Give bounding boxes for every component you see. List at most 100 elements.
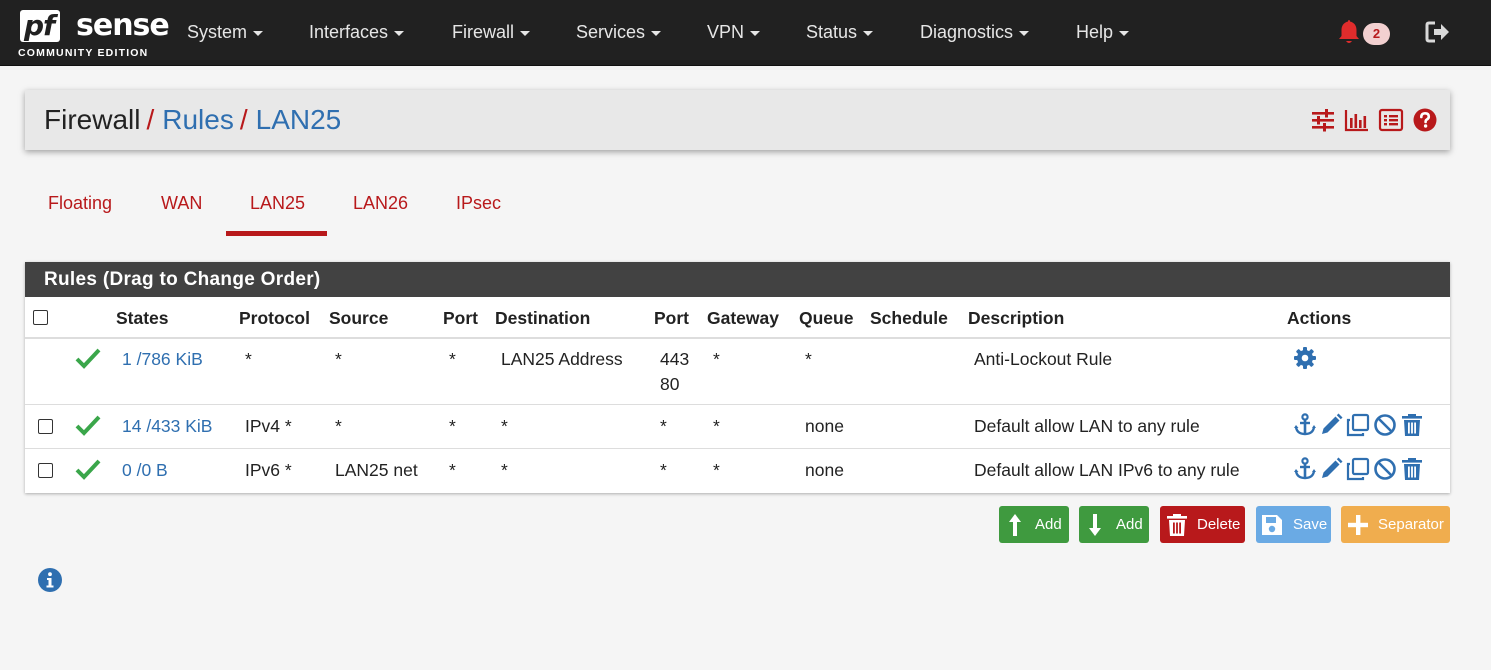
logo-pf-text: pf <box>20 10 61 42</box>
row-source-port: * <box>449 349 456 369</box>
row-source: * <box>335 349 342 369</box>
bar-chart-icon[interactable] <box>1344 107 1370 133</box>
info-icon[interactable] <box>37 567 63 593</box>
nav-menu-status[interactable]: Status <box>806 0 874 64</box>
nav-menu-firewall[interactable]: Firewall <box>452 0 531 64</box>
select-all-checkbox[interactable] <box>33 310 48 325</box>
row-gateway: * <box>713 416 720 436</box>
tab-wan[interactable]: WAN <box>161 193 202 214</box>
caret-down-icon <box>253 30 264 36</box>
column-header-destination: Destination <box>495 308 591 328</box>
nav-menu-vpn[interactable]: VPN <box>707 0 761 64</box>
row-source: LAN25 net <box>335 460 418 480</box>
add-separator-button[interactable]: Separator <box>1341 506 1450 543</box>
row-select-checkbox[interactable] <box>38 419 53 434</box>
row-states-link[interactable]: 1 /786 KiB <box>122 347 203 371</box>
nav-menu-diagnostics[interactable]: Diagnostics <box>920 0 1030 64</box>
row-destination-port: * <box>660 416 667 436</box>
long-arrow-up-icon <box>1009 514 1021 536</box>
row-destination: LAN25 Address <box>501 349 623 369</box>
column-header-queue: Queue <box>799 308 854 328</box>
breadcrumb-lan25-link[interactable]: LAN25 <box>256 104 342 135</box>
nav-menu-services[interactable]: Services <box>576 0 662 64</box>
ban-icon[interactable] <box>1373 457 1397 481</box>
help-icon[interactable] <box>1412 107 1438 133</box>
plus-icon <box>1348 515 1368 535</box>
sliders-icon[interactable] <box>1310 107 1336 133</box>
check-icon <box>75 415 101 436</box>
save-button[interactable]: Save <box>1256 506 1331 543</box>
row-select-checkbox[interactable] <box>38 463 53 478</box>
sign-out-icon[interactable] <box>1425 20 1451 44</box>
nav-menu-interfaces[interactable]: Interfaces <box>309 0 405 64</box>
tab-floating[interactable]: Floating <box>48 193 112 214</box>
caret-down-icon <box>651 30 662 36</box>
pencil-icon[interactable] <box>1319 457 1343 481</box>
add-rule-top-button[interactable]: Add <box>999 506 1069 543</box>
tab-ipsec[interactable]: IPsec <box>456 193 501 214</box>
list-icon[interactable] <box>1378 107 1404 133</box>
trash-icon[interactable] <box>1400 413 1424 437</box>
gear-icon[interactable] <box>1293 346 1317 370</box>
nav-menu-system[interactable]: System <box>187 0 264 64</box>
tab-lan26[interactable]: LAN26 <box>353 193 408 214</box>
tab-lan25[interactable]: LAN25 <box>250 193 305 214</box>
nav-menu-label: System <box>187 22 248 42</box>
row-queue: * <box>805 349 812 369</box>
trash-icon[interactable] <box>1400 457 1424 481</box>
breadcrumb-rules-link[interactable]: Rules <box>162 104 234 135</box>
row-divider <box>25 448 1450 449</box>
copy-icon[interactable] <box>1346 413 1370 437</box>
row-description: Default allow LAN to any rule <box>974 416 1200 436</box>
delete-button[interactable]: Delete <box>1160 506 1245 543</box>
breadcrumb-root: Firewall <box>44 104 141 135</box>
caret-down-icon <box>863 30 874 36</box>
rules-panel: Rules (Drag to Change Order) States Prot… <box>25 262 1450 493</box>
nav-menu-label: Status <box>806 22 858 42</box>
pfsense-logo[interactable]: pf sense COMMUNITY EDITION <box>18 10 170 62</box>
row-description: Default allow LAN IPv6 to any rule <box>974 460 1240 480</box>
column-header-schedule: Schedule <box>870 308 948 328</box>
column-header-description: Description <box>968 308 1065 328</box>
nav-menu-help[interactable]: Help <box>1076 0 1130 64</box>
breadcrumb: Firewall / Rules / LAN25 <box>44 104 341 136</box>
row-gateway: * <box>713 349 720 369</box>
nav-menu-label: Services <box>576 22 646 42</box>
row-destination-port: 443 <box>660 349 690 369</box>
anchor-icon[interactable] <box>1293 457 1317 481</box>
row-destination-port-secondary: 80 <box>660 374 680 394</box>
separator-label: Separator <box>1378 516 1444 533</box>
breadcrumb-shortcuts <box>1310 107 1437 133</box>
add-rule-bottom-button[interactable]: Add <box>1079 506 1149 543</box>
pencil-icon[interactable] <box>1319 413 1343 437</box>
caret-down-icon <box>1019 30 1030 36</box>
add-bottom-label: Add <box>1116 516 1143 533</box>
row-states-link[interactable]: 0 /0 B <box>122 458 168 482</box>
row-destination: * <box>501 416 508 436</box>
row-queue: none <box>805 416 844 436</box>
logo-sense-text: sense <box>76 8 170 43</box>
anchor-icon[interactable] <box>1293 413 1317 437</box>
breadcrumb-panel: Firewall / Rules / LAN25 <box>25 90 1450 150</box>
row-gateway: * <box>713 460 720 480</box>
save-icon <box>1262 515 1282 535</box>
top-navbar: pf sense COMMUNITY EDITION System Interf… <box>0 0 1491 66</box>
row-destination-port: * <box>660 460 667 480</box>
caret-down-icon <box>1119 30 1130 36</box>
nav-menu-label: Firewall <box>452 22 515 42</box>
notification-count-badge[interactable]: 2 <box>1363 23 1390 45</box>
copy-icon[interactable] <box>1346 457 1370 481</box>
column-header-protocol: Protocol <box>239 308 310 328</box>
column-header-source: Source <box>329 308 389 328</box>
row-protocol: * <box>245 349 252 369</box>
breadcrumb-separator: / <box>239 104 248 135</box>
bell-icon[interactable] <box>1336 18 1362 46</box>
add-top-label: Add <box>1035 516 1062 533</box>
row-states-link[interactable]: 14 /433 KiB <box>122 414 212 438</box>
row-queue: none <box>805 460 844 480</box>
ban-icon[interactable] <box>1373 413 1397 437</box>
check-icon <box>75 348 101 369</box>
row-description: Anti-Lockout Rule <box>974 349 1113 369</box>
column-header-source-port: Port <box>443 308 478 328</box>
column-header-gateway: Gateway <box>707 308 779 328</box>
